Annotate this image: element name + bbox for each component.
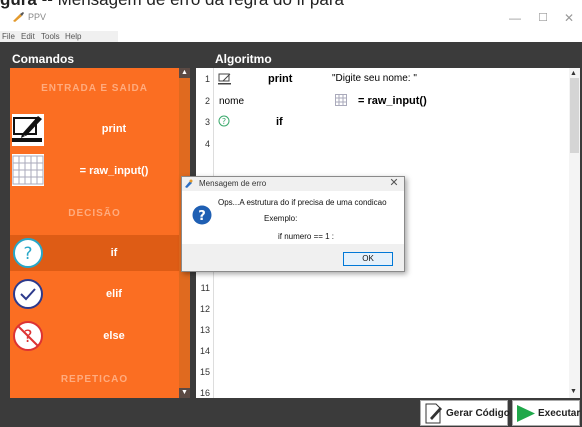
dialog-example-code: if numero == 1 : xyxy=(278,232,335,241)
line-number: 14 xyxy=(199,346,210,356)
command-print-label: print xyxy=(101,123,127,135)
app-icon xyxy=(13,12,24,22)
play-icon xyxy=(517,405,535,422)
line-number: 11 xyxy=(200,283,210,293)
minimize-button[interactable]: — xyxy=(505,11,525,25)
command-if-label: if xyxy=(110,247,118,259)
alg-scroll-down-icon[interactable]: ▼ xyxy=(570,388,577,395)
svg-text:?: ? xyxy=(222,117,226,126)
menu-tools[interactable]: Tools xyxy=(41,31,60,42)
dialog-ok-button[interactable]: OK xyxy=(343,252,393,266)
menu-help[interactable]: Help xyxy=(65,31,81,42)
window-title: PPV xyxy=(28,12,47,22)
command-raw-input-label: = raw_input() xyxy=(79,165,149,177)
caption-bold: gura xyxy=(0,0,37,9)
document-pencil-icon xyxy=(425,403,442,424)
caption-strip: gura -- Mensagem de erro da regra do if … xyxy=(0,0,582,9)
close-button[interactable]: ✕ xyxy=(559,11,579,25)
line-number: 13 xyxy=(199,325,210,335)
dialog-message: Ops...A estrutura do if precisa de uma c… xyxy=(218,198,387,207)
line-number: 16 xyxy=(199,388,210,398)
question-circle-icon: ? xyxy=(12,237,44,269)
line-number: 3 xyxy=(204,117,210,127)
section-repeat: REPETICAO xyxy=(60,374,129,385)
dialog-app-icon xyxy=(185,179,193,188)
line-number: 4 xyxy=(204,139,210,149)
command-elif-label: elif xyxy=(106,288,122,300)
menu-file[interactable]: File xyxy=(2,31,15,42)
run-label: Executar xyxy=(538,408,581,419)
scroll-down-arrow-icon[interactable]: ▼ xyxy=(179,388,190,398)
alg-scroll-up-icon[interactable]: ▲ xyxy=(570,70,577,77)
maximize-button[interactable]: ☐ xyxy=(533,11,553,25)
section-io: ENTRADA E SAIDA xyxy=(41,83,148,94)
section-decision: DECISÃO xyxy=(68,208,121,219)
commands-title: Comandos xyxy=(12,52,75,66)
generate-code-button[interactable]: Gerar Código xyxy=(420,400,510,426)
menu-edit[interactable]: Edit xyxy=(21,31,35,42)
dialog-close-button[interactable]: ✕ xyxy=(387,176,401,190)
line2-variable[interactable]: nome xyxy=(219,96,244,107)
scroll-up-arrow-icon[interactable]: ▲ xyxy=(179,68,190,78)
input-line-icon xyxy=(335,94,347,106)
generate-code-label: Gerar Código xyxy=(446,408,510,419)
line1-keyword: print xyxy=(268,73,293,85)
algorithm-title: Algoritmo xyxy=(215,52,272,66)
line-number: 12 xyxy=(199,304,210,314)
question-info-icon: ? xyxy=(192,205,212,225)
svg-text:?: ? xyxy=(198,209,206,224)
caption-rest: -- Mensagem de erro da regra do if para xyxy=(37,0,344,9)
pencil-screen-icon xyxy=(12,114,44,146)
keyboard-grid-icon xyxy=(12,154,44,186)
run-button[interactable]: Executar xyxy=(512,400,580,426)
line1-argument[interactable]: "Digite seu nome: " xyxy=(332,73,417,84)
title-bar xyxy=(0,9,582,31)
line-number: 1 xyxy=(204,74,210,84)
line-number: 2 xyxy=(204,96,210,106)
svg-text:?: ? xyxy=(23,244,32,264)
line2-keyword: = raw_input() xyxy=(358,95,427,107)
crossed-question-icon: ? xyxy=(12,320,44,352)
if-line-icon: ? xyxy=(218,115,230,127)
command-else-label: else xyxy=(103,330,125,342)
dialog-title: Mensagem de erro xyxy=(199,179,267,188)
check-circle-icon xyxy=(12,278,44,310)
algorithm-scroll-thumb[interactable] xyxy=(570,78,579,153)
dialog-example-label: Exemplo: xyxy=(264,214,298,223)
line3-keyword: if xyxy=(276,116,283,128)
print-line-icon xyxy=(218,73,231,85)
line-number: 15 xyxy=(199,367,210,377)
